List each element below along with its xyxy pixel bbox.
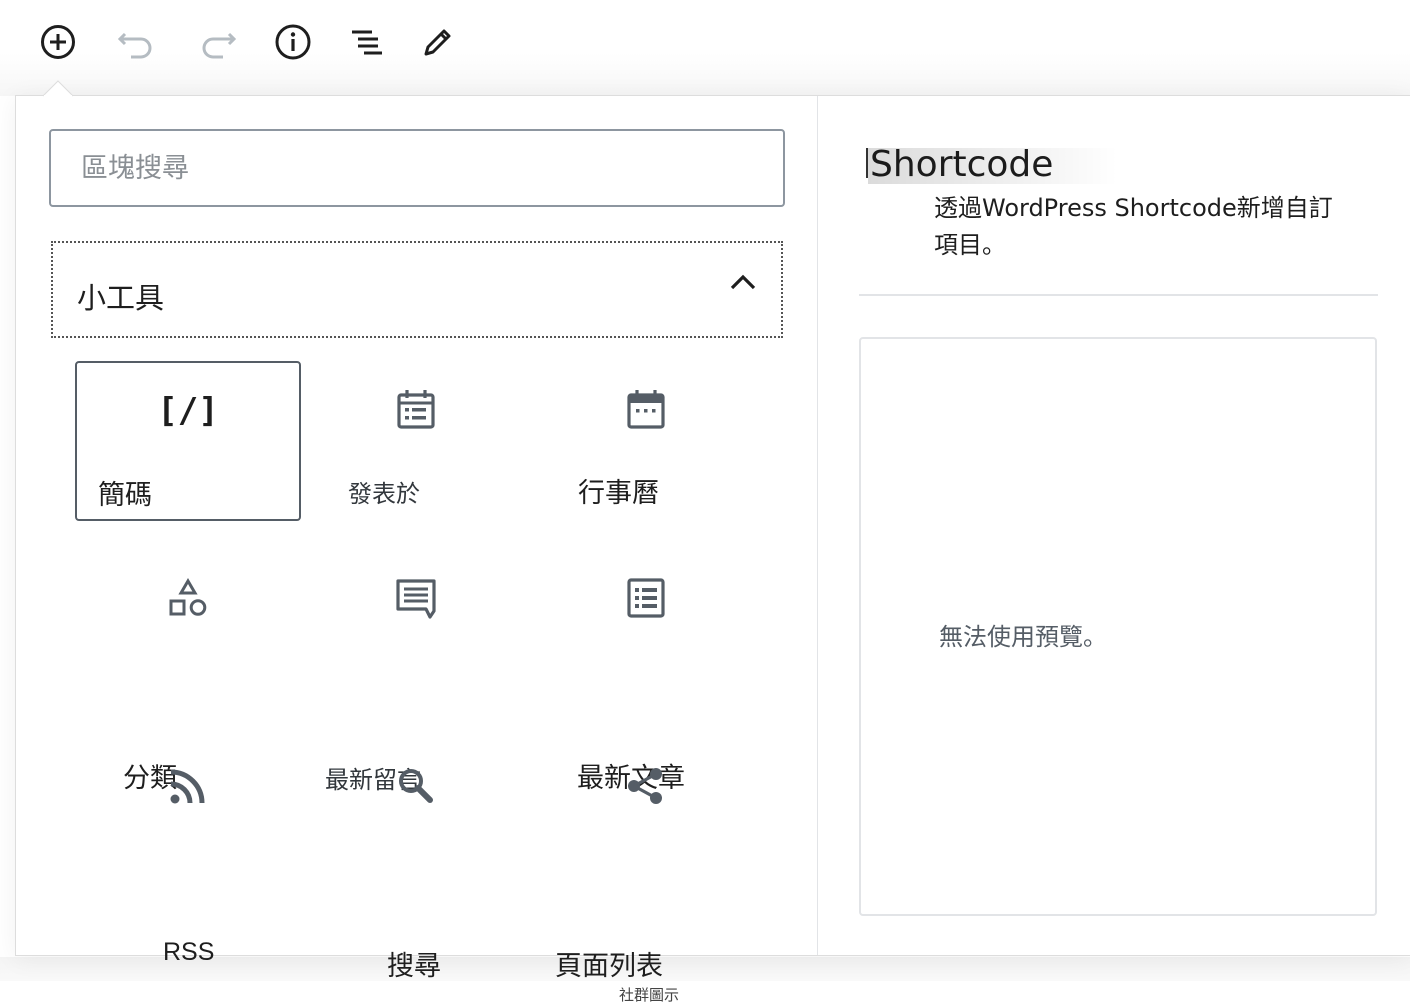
text-cursor: [866, 148, 868, 178]
block-item-archives[interactable]: 發表於: [303, 361, 529, 521]
block-preview-panel: Shortcode 透過WordPress Shortcode新增自訂項目。 無…: [818, 96, 1410, 955]
block-item-search[interactable]: 搜尋: [303, 746, 529, 982]
inserter-panel: 小工具 [/] 簡碼: [16, 96, 818, 1004]
shortcode-icon: [/]: [157, 391, 219, 431]
share-icon: [628, 768, 662, 804]
block-label-archives: 發表於: [348, 480, 420, 508]
block-item-categories[interactable]: 分類: [75, 551, 301, 794]
preview-divider: [859, 294, 1378, 296]
preview-box: 無法使用預覽。: [859, 337, 1377, 916]
block-label-shortcode: 簡碼: [98, 480, 152, 511]
post-list-icon: [627, 578, 665, 618]
block-label-calendar: 行事曆: [578, 478, 659, 509]
block-item-page-list[interactable]: 頁面列表 社群圖示: [533, 746, 759, 1004]
block-item-shortcode[interactable]: [/] 簡碼: [75, 361, 301, 521]
edit-button[interactable]: [418, 22, 458, 62]
archive-calendar-icon: [397, 390, 435, 429]
undo-button[interactable]: [117, 22, 157, 62]
block-item-latest-comments[interactable]: 最新留言: [303, 551, 529, 794]
add-block-button[interactable]: [38, 22, 78, 62]
widgets-panel-title: 小工具: [77, 281, 165, 315]
block-item-latest-posts[interactable]: 最新文章: [533, 551, 759, 794]
redo-icon: [202, 32, 237, 59]
redo-button[interactable]: [197, 22, 237, 62]
rss-icon: [170, 769, 205, 804]
list-view-icon: [352, 30, 382, 55]
preview-title: Shortcode: [866, 144, 1118, 185]
popover-caret: [43, 80, 73, 97]
chevron-up-icon: [730, 274, 756, 290]
block-label-page-list: 頁面列表: [555, 951, 663, 982]
categories-icon: [169, 578, 207, 616]
editor-toolbar: [0, 0, 1410, 96]
block-search-input[interactable]: [49, 129, 785, 207]
widgets-panel-toggle[interactable]: 小工具: [51, 241, 783, 338]
pencil-icon: [424, 29, 451, 56]
info-icon: [275, 24, 311, 60]
block-inserter-popover: 小工具 [/] 簡碼: [15, 95, 1410, 1004]
comment-icon: [396, 579, 436, 619]
block-label-search: 搜尋: [387, 951, 441, 982]
calendar-icon: [627, 390, 665, 429]
preview-description: 透過WordPress Shortcode新增自訂項目。: [934, 194, 1333, 259]
plus-circle-icon: [41, 25, 75, 59]
block-item-rss[interactable]: RSS: [75, 746, 301, 966]
block-sublabel-social-icons: 社群圖示: [619, 986, 680, 1004]
undo-icon: [117, 32, 152, 59]
preview-empty-message: 無法使用預覽。: [939, 623, 1107, 651]
block-item-calendar[interactable]: 行事曆: [533, 361, 759, 521]
search-icon: [399, 769, 433, 803]
block-label-rss: RSS: [163, 938, 215, 966]
info-button[interactable]: [273, 22, 313, 62]
list-view-button[interactable]: [346, 22, 386, 62]
